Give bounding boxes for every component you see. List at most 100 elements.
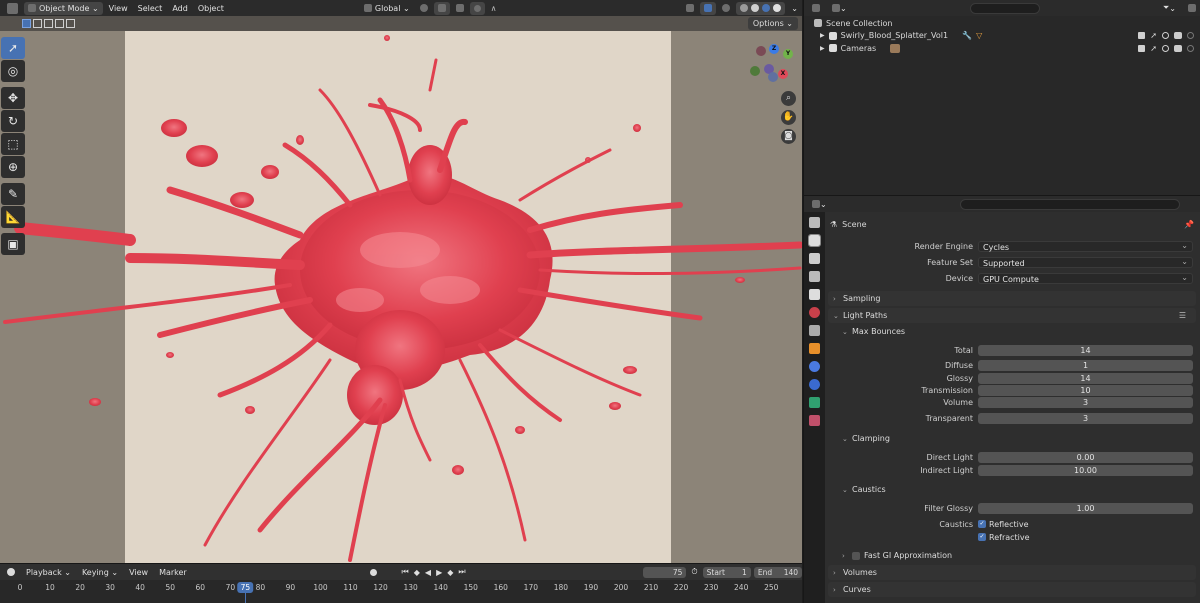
menu-object[interactable]: Object	[194, 2, 228, 15]
scene-collection-row[interactable]: Scene Collection	[804, 17, 1200, 30]
transform-tool[interactable]: ⊕	[1, 156, 25, 178]
object-tab-icon[interactable]	[809, 343, 820, 354]
shading-options-button[interactable]: ⌄	[787, 2, 802, 15]
view-layer-tab-icon[interactable]	[809, 271, 820, 282]
cursor-tool[interactable]: ◎	[1, 60, 25, 82]
filter-button[interactable]: ⏷ ⌄	[1159, 2, 1180, 15]
select-invert-icon[interactable]	[55, 19, 64, 28]
select-extend-icon[interactable]	[33, 19, 42, 28]
menu-timeline-view[interactable]: View	[125, 566, 152, 579]
timeline-editor-type[interactable]	[3, 566, 19, 579]
mode-dropdown[interactable]: Object Mode ⌄	[24, 1, 103, 15]
collection-tab-icon[interactable]	[809, 325, 820, 336]
blood-splatter-mesh[interactable]	[0, 0, 802, 563]
measure-tool[interactable]: 📐	[1, 206, 25, 228]
direct-light-field[interactable]: 0.00	[978, 451, 1193, 463]
holdout-icon[interactable]	[1187, 44, 1194, 52]
select-new-icon[interactable]	[22, 19, 31, 28]
navigation-gizmo[interactable]: Z Y X	[748, 44, 796, 92]
camera-view-button[interactable]: ◙	[781, 129, 796, 144]
feature-set-dropdown[interactable]: Supported	[978, 256, 1193, 268]
camera-render-icon[interactable]	[1174, 44, 1182, 52]
texture-tab-icon[interactable]	[809, 415, 820, 426]
diffuse-field[interactable]: 1	[978, 359, 1193, 371]
orientation-dropdown[interactable]: Global ⌄	[360, 2, 414, 15]
clamping-subpanel[interactable]: ⌄ Clamping	[837, 431, 1196, 446]
rotate-tool[interactable]: ↻	[1, 110, 25, 132]
sampling-panel[interactable]: › Sampling	[828, 291, 1196, 306]
gizmo-y-axis[interactable]: Y	[783, 49, 793, 59]
menu-playback[interactable]: Playback ⌄	[22, 566, 75, 579]
gizmo-z-axis[interactable]: Z	[769, 44, 779, 54]
properties-editor-type[interactable]: ⌄	[808, 198, 831, 211]
select-box-tool[interactable]: ➚	[1, 37, 25, 59]
outliner-editor-type[interactable]	[808, 2, 824, 15]
menu-view[interactable]: View	[105, 2, 132, 15]
expand-arrow-icon[interactable]: ▶	[820, 32, 825, 39]
overlay-toggle[interactable]	[718, 2, 734, 15]
jump-end-button[interactable]: ⏭	[457, 566, 466, 579]
refractive-checkbox[interactable]: ✓ Refractive	[978, 533, 1030, 542]
current-frame-field[interactable]: 75	[642, 566, 687, 578]
modifier-tab-icon[interactable]	[809, 361, 820, 372]
pan-button[interactable]: ✋	[781, 110, 796, 125]
filter-glossy-field[interactable]: 1.00	[978, 502, 1193, 514]
expand-arrow-icon[interactable]: ▶	[820, 45, 825, 52]
presets-list-icon[interactable]: ☰	[1179, 311, 1186, 320]
total-field[interactable]: 14	[978, 344, 1193, 356]
zoom-button[interactable]: ⌕	[781, 91, 796, 106]
select-subtract-icon[interactable]	[44, 19, 53, 28]
play-reverse-button[interactable]: ◀	[424, 566, 432, 579]
record-button[interactable]	[366, 566, 381, 579]
proportional-edit-toggle[interactable]	[469, 1, 485, 15]
gizmo-y-neg-icon[interactable]	[750, 66, 760, 76]
pin-icon[interactable]: 📌	[1184, 220, 1194, 229]
render-engine-dropdown[interactable]: Cycles	[978, 240, 1193, 252]
prev-keyframe-button[interactable]: ◆	[413, 566, 421, 579]
falloff-button[interactable]: ∧	[487, 2, 501, 15]
play-button[interactable]: ▶	[435, 566, 443, 579]
solid-shading-icon[interactable]	[751, 4, 760, 12]
reflective-checkbox[interactable]: ✓ Reflective	[978, 520, 1029, 529]
device-dropdown[interactable]: GPU Compute	[978, 272, 1193, 284]
move-tool[interactable]: ✥	[1, 87, 25, 109]
gizmo-x-neg-icon[interactable]	[768, 72, 778, 82]
gizmo-x-axis[interactable]: X	[778, 69, 788, 79]
snap-toggle[interactable]	[433, 1, 450, 15]
render-tab-icon[interactable]	[808, 234, 821, 247]
visibility-button[interactable]	[682, 2, 698, 15]
end-frame-field[interactable]: End 140	[753, 566, 803, 578]
eye-icon[interactable]	[1162, 44, 1169, 52]
menu-add[interactable]: Add	[168, 2, 192, 15]
select-intersect-icon[interactable]	[66, 19, 75, 28]
output-tab-icon[interactable]	[809, 253, 820, 264]
snap-target-button[interactable]	[452, 2, 468, 15]
wireframe-shading-icon[interactable]	[740, 4, 749, 12]
exclude-checkbox[interactable]	[1138, 44, 1146, 52]
options-dropdown[interactable]: Options ⌄	[747, 17, 798, 30]
playhead-frame-badge[interactable]: 75	[237, 582, 254, 593]
menu-keying[interactable]: Keying ⌄	[78, 566, 122, 579]
max-bounces-subpanel[interactable]: ⌄ Max Bounces	[837, 324, 1196, 339]
3d-viewport[interactable]: Object Mode ⌄ View Select Add Object Glo…	[0, 0, 802, 563]
outliner-row-splatter[interactable]: ▶ Swirly_Blood_Splatter_Vol1 🔧 ▽ ➚	[804, 30, 1200, 43]
new-collection-button[interactable]	[1184, 2, 1200, 15]
indirect-light-field[interactable]: 10.00	[978, 464, 1193, 476]
camera-render-icon[interactable]	[1174, 32, 1182, 40]
gizmo-toggle[interactable]	[700, 1, 717, 15]
transparent-field[interactable]: 3	[978, 412, 1193, 424]
eye-icon[interactable]	[1162, 32, 1169, 40]
outliner-search-input[interactable]	[969, 2, 1040, 14]
shading-modes[interactable]	[736, 1, 786, 15]
volume-field[interactable]: 3	[978, 396, 1193, 408]
preview-range-toggle[interactable]: ⏱	[689, 566, 699, 579]
fast-gi-subpanel[interactable]: › Fast GI Approximation	[837, 548, 1196, 563]
annotate-tool[interactable]: ✎	[1, 183, 25, 205]
exclude-checkbox[interactable]	[1138, 32, 1146, 40]
light-paths-panel[interactable]: ⌄ Light Paths ☰	[828, 308, 1196, 323]
next-keyframe-button[interactable]: ◆	[446, 566, 454, 579]
curves-panel[interactable]: › Curves	[828, 582, 1196, 597]
fast-gi-checkbox[interactable]	[852, 551, 860, 560]
scene-tab-icon[interactable]	[809, 289, 820, 300]
holdout-icon[interactable]	[1187, 32, 1194, 40]
